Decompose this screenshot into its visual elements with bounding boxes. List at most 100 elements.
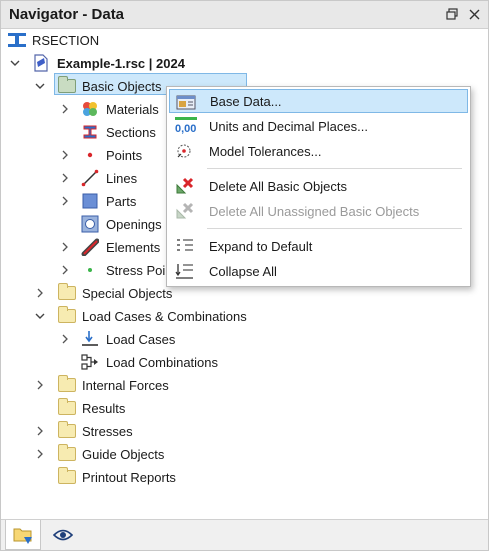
chevron-right-icon	[37, 380, 43, 390]
eye-icon	[53, 529, 73, 541]
points-label: Points	[106, 147, 143, 163]
points-expand-toggle[interactable]	[59, 144, 71, 166]
tree-item-load-combinations[interactable]: Load Combinations	[81, 351, 218, 373]
stress-points-icon	[81, 261, 99, 279]
points-icon	[81, 146, 99, 164]
tab-data[interactable]	[5, 520, 41, 550]
tree-item-printout-reports[interactable]: Printout Reports	[58, 466, 176, 488]
lines-icon	[81, 169, 99, 187]
elements-label: Elements	[106, 239, 161, 255]
tree-item-results[interactable]: Results	[58, 397, 125, 419]
title-bar: Navigator - Data	[1, 1, 488, 29]
chevron-right-icon	[62, 196, 68, 206]
results-label: Results	[82, 400, 126, 416]
tree-item-load-cases[interactable]: Load Cases	[81, 328, 175, 350]
units-icon-text: 0,00	[175, 123, 196, 135]
folder-icon	[58, 467, 76, 484]
tree-file-item[interactable]: Example-1.rsc | 2024	[32, 52, 185, 74]
openings-icon	[81, 215, 99, 233]
menu-item-collapse-all[interactable]: Collapse All	[169, 259, 468, 283]
menu-separator	[207, 168, 462, 169]
load-cases-combinations-label: Load Cases & Combinations	[82, 308, 247, 324]
delete-unassigned-icon	[175, 202, 195, 220]
load-cases-combinations-expand-toggle[interactable]	[34, 305, 46, 327]
tree-item-stresses[interactable]: Stresses	[58, 420, 133, 442]
tree-item-guide-objects[interactable]: Guide Objects	[58, 443, 164, 465]
menu-separator	[207, 228, 462, 229]
stress-points-expand-toggle[interactable]	[59, 259, 71, 281]
parts-icon	[81, 192, 99, 210]
tree-item-sections[interactable]: Sections	[81, 121, 156, 143]
tree-item-load-cases-combinations[interactable]: Load Cases & Combinations	[58, 305, 247, 327]
folder-icon	[58, 421, 76, 438]
tree-root-rsection[interactable]: RSECTION	[7, 29, 99, 51]
elements-icon	[81, 238, 100, 257]
menu-item-model-tolerances[interactable]: Model Tolerances...	[169, 139, 468, 163]
internal-forces-expand-toggle[interactable]	[34, 374, 46, 396]
tree-item-internal-forces[interactable]: Internal Forces	[58, 374, 169, 396]
chevron-down-icon	[10, 60, 20, 66]
lines-expand-toggle[interactable]	[59, 167, 71, 189]
file-expand-toggle[interactable]	[9, 52, 21, 74]
materials-expand-toggle[interactable]	[59, 98, 71, 120]
folder-icon	[58, 398, 76, 415]
chevron-right-icon	[37, 449, 43, 459]
chevron-right-icon	[62, 173, 68, 183]
chevron-right-icon	[37, 288, 43, 298]
rsection-logo-icon	[7, 31, 26, 49]
elements-expand-toggle[interactable]	[59, 236, 71, 258]
printout-reports-label: Printout Reports	[82, 469, 176, 485]
model-file-icon	[32, 54, 50, 72]
model-tolerances-label: Model Tolerances...	[209, 143, 322, 159]
load-cases-label: Load Cases	[106, 331, 176, 347]
close-window-button[interactable]	[466, 6, 482, 22]
tree-item-special-objects[interactable]: Special Objects	[58, 282, 172, 304]
menu-item-delete-all-basic-objects[interactable]: Delete All Basic Objects	[169, 174, 468, 198]
materials-icon	[81, 100, 99, 118]
tree-item-elements[interactable]: Elements	[81, 236, 160, 258]
menu-item-delete-unassigned-basic-objects[interactable]: Delete All Unassigned Basic Objects	[169, 199, 468, 223]
units-icon: 0,00	[175, 117, 197, 135]
stresses-expand-toggle[interactable]	[34, 420, 46, 442]
folder-icon	[58, 283, 76, 300]
special-objects-expand-toggle[interactable]	[34, 282, 46, 304]
stresses-label: Stresses	[82, 423, 133, 439]
restore-window-button[interactable]	[444, 6, 460, 22]
openings-label: Openings	[106, 216, 162, 232]
tree-item-parts[interactable]: Parts	[81, 190, 136, 212]
tab-view[interactable]	[45, 520, 81, 550]
data-tab-icon	[13, 528, 32, 544]
load-cases-icon	[81, 330, 99, 348]
delete-all-label: Delete All Basic Objects	[209, 178, 348, 194]
menu-item-expand-to-default[interactable]: Expand to Default	[169, 234, 468, 258]
folder-icon	[58, 306, 76, 323]
chevron-right-icon	[37, 426, 43, 436]
menu-item-units-decimal-places[interactable]: 0,00 Units and Decimal Places...	[169, 114, 468, 138]
close-icon	[469, 9, 479, 19]
folder-icon	[58, 76, 76, 93]
guide-objects-label: Guide Objects	[82, 446, 165, 462]
tree-item-basic-objects[interactable]: Basic Objects	[58, 75, 161, 97]
collapse-icon	[175, 262, 195, 280]
lines-label: Lines	[106, 170, 138, 186]
chevron-right-icon	[62, 265, 68, 275]
navigator-panel: Navigator - Data RSECTION Example-1.rsc …	[0, 0, 489, 551]
context-menu: Base Data... 0,00 Units and Decimal Plac…	[166, 86, 471, 287]
parts-expand-toggle[interactable]	[59, 190, 71, 212]
load-cases-expand-toggle[interactable]	[59, 328, 71, 350]
menu-item-base-data[interactable]: Base Data...	[169, 89, 468, 113]
base-data-label: Base Data...	[210, 93, 282, 109]
tree-item-materials[interactable]: Materials	[81, 98, 159, 120]
guide-objects-expand-toggle[interactable]	[34, 443, 46, 465]
special-objects-label: Special Objects	[82, 285, 173, 301]
base-data-icon	[176, 93, 196, 111]
materials-label: Materials	[106, 101, 159, 117]
restore-icon	[446, 8, 458, 20]
tree-item-lines[interactable]: Lines	[81, 167, 137, 189]
basic-objects-expand-toggle[interactable]	[34, 75, 46, 97]
delete-unassigned-label: Delete All Unassigned Basic Objects	[209, 203, 420, 219]
tree-item-openings[interactable]: Openings	[81, 213, 162, 235]
tree-item-points[interactable]: Points	[81, 144, 142, 166]
folder-icon	[58, 375, 76, 392]
tolerances-icon	[175, 142, 195, 160]
